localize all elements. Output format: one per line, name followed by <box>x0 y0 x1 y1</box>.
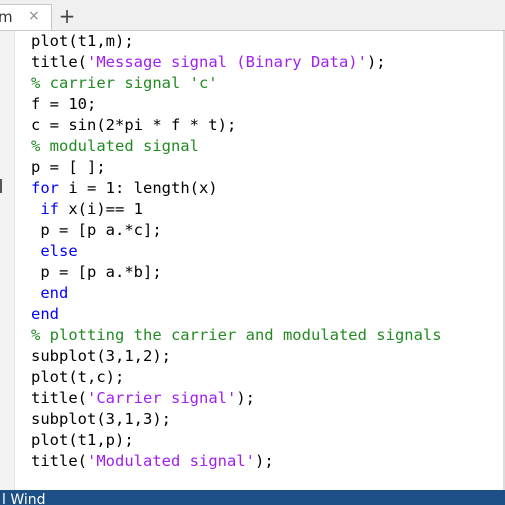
code-line[interactable]: title('Message signal (Binary Data)'); <box>31 52 442 73</box>
code-line[interactable]: % modulated signal <box>31 136 442 157</box>
comment: % modulated signal <box>31 137 199 155</box>
keyword: for <box>31 179 59 197</box>
close-icon[interactable]: × <box>28 8 40 24</box>
code-line[interactable]: % plotting the carrier and modulated sig… <box>31 325 442 346</box>
code-token: p = [p a.*b]; <box>31 263 162 281</box>
file-tab-title: m <box>0 8 13 26</box>
code-token: subplot(3,1,3); <box>31 410 171 428</box>
keyword: end <box>40 284 69 302</box>
code-token: x(i)== 1 <box>59 200 144 218</box>
editor-tab-bar: m × + <box>0 0 505 31</box>
code-token: p = [ ]; <box>31 158 106 176</box>
code-token: plot(t1,m); <box>31 32 134 50</box>
code-text-area[interactable]: plot(t1,m); title('Message signal (Binary… <box>31 31 442 472</box>
string-literal: 'Message signal (Binary Data)' <box>87 53 367 71</box>
code-line[interactable]: plot(t1,p); <box>31 430 442 451</box>
code-editor[interactable]: plot(t1,m); title('Message signal (Binary… <box>0 31 505 490</box>
command-window-header[interactable]: l Wind <box>0 490 505 505</box>
fold-marker <box>0 179 2 193</box>
code-token: ); <box>236 389 255 407</box>
comment: % carrier signal 'c' <box>31 74 218 92</box>
keyword: else <box>40 242 78 260</box>
code-token: title( <box>31 53 87 71</box>
command-window-label: l Wind <box>2 492 46 505</box>
code-token: subplot(3,1,2); <box>31 347 171 365</box>
code-line[interactable]: title('Modulated signal'); <box>31 451 442 472</box>
file-tab[interactable]: m × <box>0 4 52 30</box>
code-line[interactable]: end <box>31 283 442 304</box>
string-literal: 'Modulated signal' <box>87 452 255 470</box>
code-line[interactable]: f = 10; <box>31 94 442 115</box>
code-line[interactable]: p = [p a.*b]; <box>31 262 442 283</box>
keyword: if <box>40 200 60 218</box>
code-line[interactable]: p = [p a.*c]; <box>31 220 442 241</box>
code-line[interactable]: end <box>31 304 442 325</box>
line-gutter <box>0 31 15 490</box>
code-token: plot(t,c); <box>31 368 125 386</box>
code-token: p = [p a.*c]; <box>31 221 162 239</box>
code-token: title( <box>31 452 87 470</box>
code-line[interactable]: else <box>31 241 442 262</box>
code-line[interactable]: plot(t,c); <box>31 367 442 388</box>
code-line[interactable]: for i = 1: length(x) <box>31 178 442 199</box>
code-line[interactable]: plot(t1,m); <box>31 31 442 52</box>
code-line[interactable]: p = [ ]; <box>31 157 442 178</box>
new-tab-plus-icon[interactable]: + <box>54 5 80 29</box>
code-token: plot(t1,p); <box>31 431 134 449</box>
code-line[interactable]: title('Carrier signal'); <box>31 388 442 409</box>
code-line[interactable]: c = sin(2*pi * f * t); <box>31 115 442 136</box>
code-token: i = 1: length(x) <box>59 179 218 197</box>
code-line[interactable]: subplot(3,1,3); <box>31 409 442 430</box>
code-token: title( <box>31 389 87 407</box>
keyword: end <box>31 305 59 323</box>
comment: % plotting the carrier and modulated sig… <box>31 326 442 344</box>
code-token: c = sin(2*pi * f * t); <box>31 116 237 134</box>
code-line[interactable]: if x(i)== 1 <box>31 199 442 220</box>
code-line[interactable]: subplot(3,1,2); <box>31 346 442 367</box>
code-token: f = 10; <box>31 95 97 113</box>
code-line[interactable]: % carrier signal 'c' <box>31 73 442 94</box>
code-token: ); <box>366 53 386 71</box>
code-token: ); <box>254 452 274 470</box>
string-literal: 'Carrier signal' <box>87 389 237 407</box>
